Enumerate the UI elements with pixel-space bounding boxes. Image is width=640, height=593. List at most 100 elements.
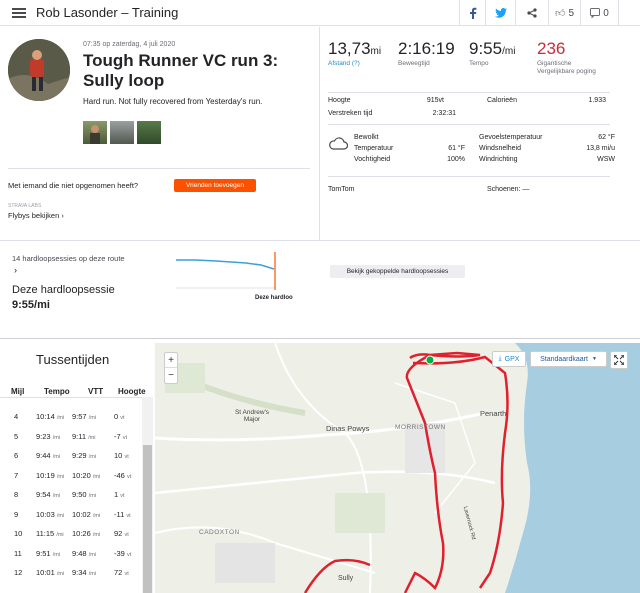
relative-effort-stat[interactable]: 236: [537, 39, 565, 59]
split-row[interactable]: 6 9:44 /mi 9:29 /mi 10 vt: [0, 446, 142, 465]
comment-icon: [590, 8, 601, 18]
twitter-icon[interactable]: [485, 0, 515, 26]
wind-speed-value: 13,8 mi/u: [586, 145, 615, 152]
divider: [0, 338, 640, 339]
split-pace: 10:01 /mi: [36, 568, 65, 577]
map-label-dinas-powys: Dinas Powys: [326, 424, 370, 433]
more-options[interactable]: [618, 0, 640, 26]
chevron-down-icon: ▼: [591, 356, 597, 362]
split-row[interactable]: 11 9:51 /mi 9:48 /mi -39 vt: [0, 544, 142, 563]
pace-stat: 9:55/mi: [469, 39, 516, 58]
elevation-label: Hoogte: [328, 97, 351, 104]
split-mile: 4: [14, 412, 19, 421]
split-mile: 5: [14, 431, 19, 441]
split-elevation: 1 vt: [114, 490, 125, 499]
divider: [319, 27, 320, 240]
distance-label[interactable]: Afstand (?): [328, 60, 360, 68]
divider: [0, 397, 142, 398]
split-gap: 9:50 /mi: [72, 490, 97, 499]
split-gap: 9:11 /mi: [72, 431, 96, 441]
split-row[interactable]: 9 10:03 /mi 10:02 /mi -11 vt: [0, 505, 142, 524]
facebook-icon[interactable]: [459, 0, 485, 26]
map-style-dropdown[interactable]: Standaardkaart ▼: [530, 351, 607, 367]
calories-value: 1.933: [588, 97, 606, 104]
weather-condition: Bewolkt: [354, 134, 379, 141]
zoom-out-button[interactable]: −: [165, 368, 177, 383]
divider: [8, 168, 310, 169]
split-mile: 6: [14, 451, 19, 460]
fullscreen-icon[interactable]: [610, 351, 628, 369]
split-elevation: -11 vt: [114, 509, 131, 519]
activity-description: Hard run. Not fully recovered from Yeste…: [83, 97, 263, 106]
col-mile: Mijl: [11, 387, 25, 396]
session-pace: 9:55/mi: [12, 299, 50, 311]
route-map[interactable]: [155, 343, 640, 593]
split-gap: 9:34 /mi: [72, 568, 97, 577]
photo-thumbnail[interactable]: [83, 121, 107, 144]
split-row[interactable]: 12 10:01 /mi 9:34 /mi 72 vt: [0, 563, 142, 582]
temperature-value: 61 °F: [448, 145, 465, 152]
wind-direction-label: Windrichting: [479, 156, 518, 163]
photo-thumbnail[interactable]: [137, 121, 161, 144]
scrollbar-thumb[interactable]: [143, 445, 152, 593]
add-friends-button[interactable]: Vrienden toevoegen: [174, 179, 256, 192]
split-gap: 10:26 /mi: [72, 529, 101, 538]
temperature-label: Temperatuur: [354, 145, 394, 152]
divider: [328, 124, 610, 125]
split-pace: 10:14 /mi: [36, 412, 65, 421]
map-label-cadoxton: CADOXTON: [199, 529, 240, 536]
map-zoom-control: + −: [164, 352, 178, 384]
split-row[interactable]: 8 9:54 /mi 9:50 /mi 1 vt: [0, 485, 142, 504]
elapsed-label: Verstreken tijd: [328, 110, 373, 117]
kudos-count: 5: [568, 7, 574, 19]
split-mile: 7: [14, 470, 19, 480]
split-row[interactable]: 4 10:14 /mi 9:57 /mi 0 vt: [0, 407, 142, 426]
map-label-sully: Sully: [338, 575, 354, 582]
split-row[interactable]: 10 11:15 /mi 10:26 /mi 92 vt: [0, 524, 142, 543]
route-chevron-icon[interactable]: ›: [14, 265, 17, 275]
map-label-morristown: MORRISTOWN: [395, 424, 446, 431]
gpx-download-button[interactable]: ⤓ GPX: [492, 351, 526, 367]
humidity-value: 100%: [447, 156, 465, 163]
zoom-in-button[interactable]: +: [165, 353, 177, 368]
split-gap: 10:20 /mi: [72, 470, 101, 480]
session-label: Deze hardloopsessie: [12, 284, 115, 296]
split-elevation: 92 vt: [114, 529, 129, 538]
shoes-info: Schoenen: —: [487, 186, 530, 193]
device-name: TomTom: [328, 186, 355, 193]
split-row[interactable]: 7 10:19 /mi 10:20 /mi -46 vt: [0, 466, 142, 485]
comments-count: 0: [603, 7, 609, 19]
view-matched-runs-button[interactable]: Bekijk gekoppelde hardloopsessies: [330, 265, 465, 278]
kudos-button[interactable]: 👍︎ 5: [548, 0, 580, 26]
calories-label: Calorieën: [487, 97, 517, 104]
col-elevation: Hoogte: [118, 387, 146, 396]
elapsed-value: 2:32:31: [432, 110, 456, 117]
split-elevation: 10 vt: [114, 451, 129, 460]
flybys-link[interactable]: Flybys bekijken ›: [8, 211, 64, 220]
menu-icon[interactable]: [12, 7, 26, 19]
map-label-st-andrews: St Andrew's Major: [234, 409, 270, 423]
split-elevation: -46 vt: [114, 470, 132, 480]
athlete-avatar[interactable]: [8, 39, 70, 101]
photo-thumbnail[interactable]: [110, 121, 134, 144]
cloud-icon: [329, 137, 348, 150]
share-icon[interactable]: [515, 0, 548, 26]
split-elevation: -7 vt: [114, 431, 128, 441]
split-pace: 9:54 /mi: [36, 490, 61, 499]
split-row[interactable]: 5 9:23 /mi 9:11 /mi -7 vt: [0, 427, 142, 446]
strava-labs-label: STRAVA LABS: [8, 203, 42, 209]
feels-like-value: 62 °F: [598, 134, 615, 141]
split-mile: 9: [14, 509, 19, 519]
route-count: 14 hardloopsessies op deze route: [12, 254, 125, 263]
humidity-label: Vochtigheid: [354, 156, 391, 163]
split-elevation: 72 vt: [114, 568, 129, 577]
divider: [0, 240, 640, 241]
moving-time-label: Beweegtijd: [398, 60, 430, 67]
split-gap: 9:48 /mi: [72, 548, 97, 558]
split-mile: 11: [14, 548, 22, 558]
comments-button[interactable]: 0: [580, 0, 618, 26]
distance-stat: 13,73mi: [328, 39, 382, 58]
map-label-penarth: Penarth: [480, 409, 507, 418]
split-gap: 9:57 /mi: [72, 412, 97, 421]
split-pace: 9:23 /mi: [36, 431, 61, 441]
